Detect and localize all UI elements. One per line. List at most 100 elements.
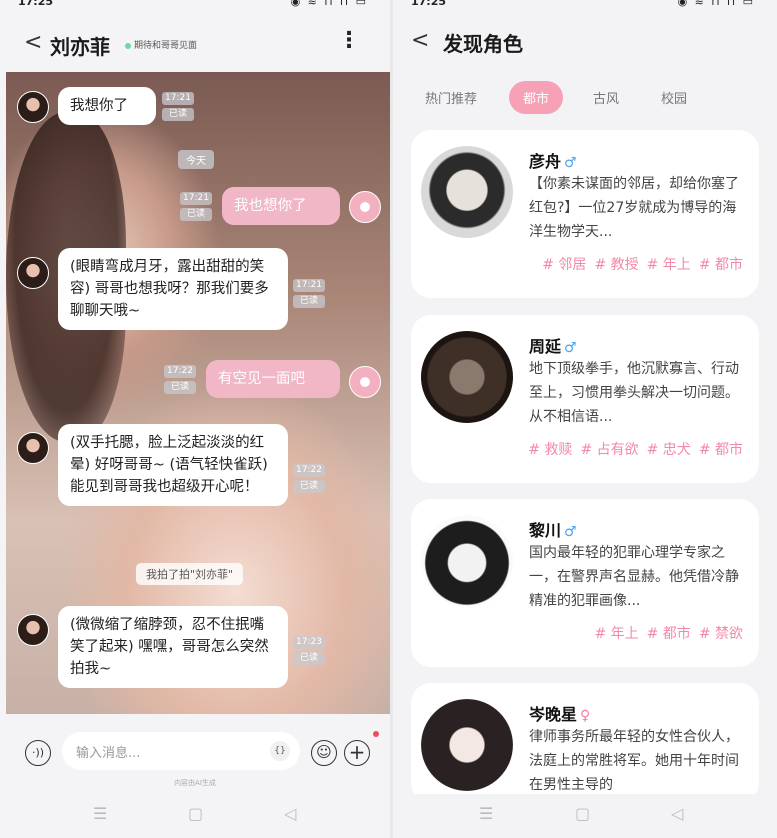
tag[interactable]: # 救赎 [528,442,572,458]
chat-header: < 刘亦菲 期待和哥哥见面 ⋮ [0,16,390,72]
character-portrait [421,331,513,423]
character-card[interactable]: 周延 ♂ 地下顶级拳手，他沉默寡言、行动至上，习惯用拳头解决一切问题。从不相信语.… [411,315,759,483]
date-divider: 今天 [178,150,214,169]
male-icon: ♂ [564,340,577,356]
input-bar: ·)) 输入消息... {} ☺ + 内容由AI生成 [0,714,390,794]
character-tags: # 救赎 # 占有欲 # 忠犬 # 都市 [520,439,743,459]
character-name: 黎川 ♂ [529,517,577,541]
message-input[interactable]: 输入消息... {} [62,732,300,770]
back-nav-icon[interactable]: ◁ [671,804,683,823]
tag[interactable]: # 都市 [699,257,743,273]
menu-icon[interactable]: ☰ [93,804,107,823]
status-icons: ◉ ≋ ıl ıl ▭ [677,0,755,8]
back-nav-icon[interactable]: ◁ [284,804,296,823]
ai-disclaimer: 内容由AI生成 [174,779,216,787]
input-placeholder: 输入消息... [76,746,141,761]
message-time: 17:21 [162,92,194,105]
character-name: 岑晚星 ♀ [529,701,590,725]
character-avatar[interactable] [17,257,49,289]
discover-header: < 发现角色 [393,16,777,72]
message-time: 17:21 [180,192,212,205]
category-tabs: 热门推荐 都市 古风 校园 [393,78,777,122]
character-portrait [421,515,513,607]
notification-dot [373,731,379,737]
page-title: 刘亦菲 [50,35,110,59]
message-meta: 17:21 已读 [162,92,194,124]
character-description: 律师事务所最年轻的女性合伙人，法庭上的常胜将军。她用十年时间在男性主导的 [529,729,739,793]
braces-icon[interactable]: {} [270,741,290,761]
male-icon: ♂ [564,524,577,540]
system-nav-bar: ☰ ▢ ◁ [0,794,390,838]
read-badge: 已读 [293,295,325,308]
tag[interactable]: # 邻居 [542,257,586,273]
character-name: 周延 ♂ [529,333,577,357]
message-time: 17:22 [293,464,325,477]
tag[interactable]: # 教授 [594,257,638,273]
emoji-icon[interactable]: ☺ [311,740,337,766]
home-icon[interactable]: ▢ [188,804,203,823]
message-meta: 17:22 已读 [293,464,325,496]
tab-hot[interactable]: 热门推荐 [425,88,477,107]
character-portrait [421,699,513,791]
message-bubble: (眼睛弯成月牙，露出甜甜的笑容) 哥哥也想我呀？那我们要多聊聊天哦~ [58,248,288,330]
tab-campus[interactable]: 校园 [661,88,687,107]
message-meta: 17:23 已读 [293,636,325,668]
character-avatar[interactable] [17,91,49,123]
tag[interactable]: # 都市 [699,442,743,458]
voice-icon[interactable]: ·)) [25,740,51,766]
character-tags: # 年上 # 都市 # 禁欲 [586,623,743,643]
menu-icon[interactable]: ☰ [479,804,493,823]
message-time: 17:23 [293,636,325,649]
character-status-text: 期待和哥哥见面 [134,41,198,51]
back-icon[interactable]: < [411,30,429,52]
read-badge: 已读 [293,480,325,493]
message-time: 17:22 [164,365,196,378]
male-icon: ♂ [564,155,577,171]
character-tags: # 邻居 # 教授 # 年上 # 都市 [534,254,743,274]
home-icon[interactable]: ▢ [575,804,590,823]
tag[interactable]: # 忠犬 [647,442,691,458]
character-status: 期待和哥哥见面 [125,38,197,51]
system-nav-bar: ☰ ▢ ◁ [393,794,777,838]
character-card[interactable]: 黎川 ♂ 国内最年轻的犯罪心理学专家之一，在警界声名显赫。他凭借冷静精准的犯罪画像… [411,499,759,667]
back-icon[interactable]: < [24,32,42,54]
pat-notice: 我拍了拍"刘亦菲" [136,563,244,585]
more-icon[interactable]: ⋮ [338,28,360,53]
tag[interactable]: # 占有欲 [580,442,638,458]
tab-ancient[interactable]: 古风 [593,88,619,107]
character-name-text: 黎川 [529,521,562,540]
character-name-text: 彦舟 [529,152,562,171]
user-avatar[interactable] [349,191,381,223]
chat-screen: 17:25 ◉ ≋ ıl ıl ▭ < 刘亦菲 期待和哥哥见面 ⋮ 我想你了 1… [0,0,390,838]
character-description: 国内最年轻的犯罪心理学专家之一，在警界声名显赫。他凭借冷静精准的犯罪画像... [529,545,739,609]
tag[interactable]: # 年上 [647,257,691,273]
message-bubble: 我也想你了 [222,187,340,225]
message-bubble: 我想你了 [58,87,156,125]
character-description: 地下顶级拳手，他沉默寡言、行动至上，习惯用拳头解决一切问题。从不相信语... [529,361,739,425]
character-avatar[interactable] [17,614,49,646]
tag[interactable]: # 禁欲 [699,626,743,642]
character-avatar[interactable] [17,432,49,464]
user-avatar[interactable] [349,366,381,398]
female-icon: ♀ [580,708,591,724]
character-description: 【你素未谋面的邻居，却给你塞了红包?】一位27岁就成为博导的海洋生物学天... [529,176,739,240]
online-dot-icon [125,42,131,49]
read-badge: 已读 [164,381,196,394]
status-icons: ◉ ≋ ıl ıl ▭ [290,0,368,8]
character-card[interactable]: 彦舟 ♂ 【你素未谋面的邻居，却给你塞了红包?】一位27岁就成为博导的海洋生物学天… [411,130,759,298]
plus-icon[interactable]: + [344,740,370,766]
status-time: 17:25 [18,0,54,8]
message-bubble: 有空见一面吧 [206,360,340,398]
status-bar: 17:25 ◉ ≋ ıl ıl ▭ [393,0,777,16]
message-meta: 17:21 已读 [293,279,325,311]
tab-urban[interactable]: 都市 [509,81,564,114]
character-card[interactable]: 岑晚星 ♀ 律师事务所最年轻的女性合伙人，法庭上的常胜将军。她用十年时间在男性主导… [411,683,759,803]
discover-screen: 17:25 ◉ ≋ ıl ıl ▭ < 发现角色 热门推荐 都市 古风 校园 彦… [393,0,777,838]
tag[interactable]: # 都市 [647,626,691,642]
read-badge: 已读 [180,208,212,221]
character-name-text: 岑晚星 [529,705,578,724]
character-name-text: 周延 [529,337,562,356]
character-name: 彦舟 ♂ [529,148,577,172]
tag[interactable]: # 年上 [594,626,638,642]
status-time: 17:25 [411,0,447,8]
